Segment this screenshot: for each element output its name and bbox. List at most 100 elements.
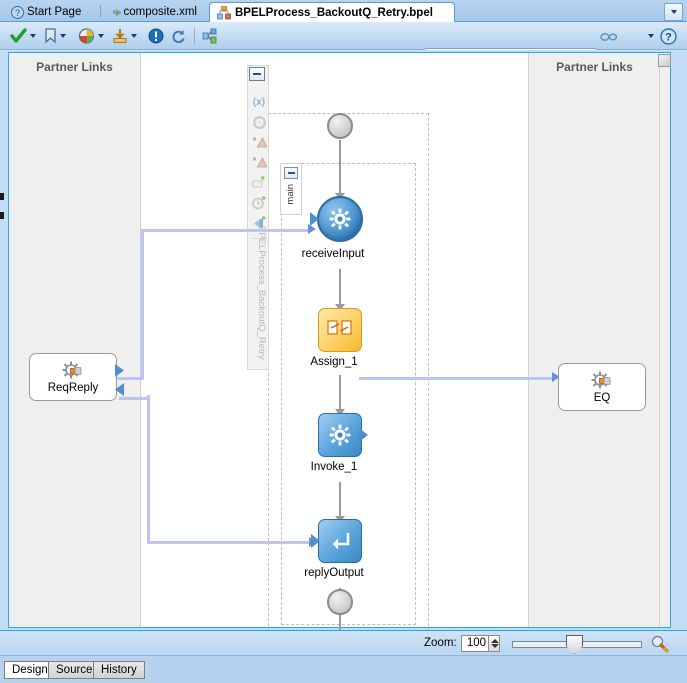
link-reply-to-reqreply-h [147, 541, 313, 544]
activity-label: Assign_1 [310, 356, 358, 368]
editor-tab-label: Start Page [27, 6, 82, 18]
partner-link-EQ[interactable]: EQ [558, 363, 646, 411]
main-scope-label: main [285, 184, 296, 205]
invoke-gear-icon [318, 413, 362, 457]
chevron-down-icon[interactable] [30, 34, 36, 38]
chevron-down-icon[interactable] [131, 34, 137, 38]
fault-handler-icon[interactable] [251, 134, 267, 150]
correlation-sets-icon[interactable] [251, 114, 267, 130]
zoom-fit-icon [651, 635, 669, 653]
activity-Assign_1[interactable]: Assign_1 [310, 308, 362, 368]
main-scope-collapse-button[interactable] [284, 167, 298, 179]
partner-links-panel-right: Partner Links [528, 53, 660, 627]
editor-tab-label: BPELProcess_BackoutQ_Retry.bpel [235, 6, 433, 19]
refresh-icon [172, 30, 185, 43]
spinner-up-icon[interactable] [491, 639, 499, 643]
canvas-vertical-scrollbar[interactable] [658, 53, 671, 627]
glasses-icon [600, 32, 617, 41]
composite-diagram-icon [113, 9, 121, 15]
link-invoke-to-eq-h [359, 377, 555, 380]
activity-start-terminator[interactable] [327, 113, 353, 139]
chevron-down-icon [670, 10, 677, 14]
link-arrow-head-receive [308, 224, 316, 234]
activity-label: receiveInput [301, 248, 365, 260]
collapsed-panel-handle[interactable] [0, 212, 4, 219]
rail-collapse-button[interactable] [249, 67, 265, 81]
zoom-slider-thumb[interactable] [566, 635, 583, 654]
process-rail: (x) BPELProcess_BackoutQ_Retry [247, 65, 269, 370]
event-handler-icon[interactable] [251, 174, 267, 190]
flow-arrow-receive-to-assign [339, 269, 341, 307]
partner-link-gear-icon [62, 361, 82, 378]
deploy-icon [113, 29, 127, 43]
partner-links-title-right: Partner Links [556, 60, 633, 74]
zoom-spinner[interactable] [489, 635, 500, 652]
partner-link-ReqReply[interactable]: ReqReply [29, 353, 124, 401]
view-tab-bar: Design Source History [0, 655, 687, 683]
end-circle-icon [327, 589, 353, 615]
variables-xy-icon[interactable]: (x) [251, 94, 267, 110]
activity-replyOutput[interactable]: replyOutput [304, 519, 364, 579]
editor-tab-bpel-process[interactable]: BPELProcess_BackoutQ_Retry.bpel [209, 2, 455, 22]
help-question-icon: ? [11, 5, 24, 19]
activity-Invoke_1[interactable]: Invoke_1 [311, 413, 368, 473]
generate-icon [202, 28, 217, 44]
canvas-frame: Partner Links Partner Links main (x) BPE… [8, 52, 671, 671]
partner-link-label: ReqReply [47, 381, 99, 394]
chevron-down-icon [648, 34, 654, 38]
reply-arrow-icon [318, 519, 362, 563]
context-selector[interactable] [600, 26, 617, 46]
bookmark-button[interactable] [44, 26, 66, 46]
editor-tab-label: composite.xml [123, 6, 198, 18]
chevron-down-icon[interactable] [60, 34, 66, 38]
chevron-down-icon[interactable] [98, 34, 104, 38]
bpel-design-canvas: Partner Links Partner Links main (x) BPE… [0, 50, 687, 671]
view-tab-history[interactable]: History [93, 661, 145, 679]
zoom-value-field[interactable]: 100 [461, 635, 489, 652]
generate-button[interactable] [202, 26, 219, 46]
info-button[interactable] [148, 26, 164, 46]
palette-icon [78, 28, 95, 44]
start-circle-icon [327, 113, 353, 139]
partner-links-panel-left: Partner Links [9, 53, 141, 627]
editor-tab-start-page[interactable]: ? Start Page [4, 2, 96, 22]
editor-tab-composite-xml[interactable]: composite.xml [106, 2, 204, 22]
main-scope-tag[interactable]: main [280, 163, 302, 215]
timeout-handler-icon[interactable] [251, 194, 267, 210]
activity-end-terminator[interactable] [327, 589, 353, 615]
zoom-fit-button[interactable] [651, 635, 669, 653]
link-reqreply-to-receive-v [141, 231, 144, 379]
link-reqreply-out-h [117, 377, 144, 380]
collapsed-panel-handle[interactable] [0, 193, 4, 200]
editor-tab-strip: ? Start Page composite.xml BPELProcess_B… [0, 0, 687, 22]
zoom-label: Zoom: [424, 637, 457, 649]
activity-receiveInput[interactable]: receiveInput [302, 196, 364, 260]
flow-arrow-start-to-receive [339, 140, 341, 195]
link-reply-in-h [119, 397, 149, 400]
bpel-designer-window: ? Start Page composite.xml BPELProcess_B… [0, 0, 687, 683]
partner-link-label: EQ [593, 391, 611, 404]
palette-button[interactable] [78, 26, 104, 46]
context-dropdown-button[interactable] [648, 26, 654, 46]
help-button[interactable]: ? [660, 26, 677, 46]
refresh-button[interactable] [170, 26, 187, 46]
bpel-process-icon [217, 5, 231, 19]
activity-label: replyOutput [304, 567, 364, 579]
receive-gear-icon [317, 196, 363, 242]
zoom-bar: Zoom: 100 [0, 630, 687, 655]
deploy-button[interactable] [112, 26, 137, 46]
flow-arrow-invoke-to-reply [339, 482, 341, 518]
partner-links-title-left: Partner Links [36, 60, 113, 74]
collapse-minus-icon [287, 172, 295, 174]
svg-text:?: ? [15, 8, 20, 18]
help-question-icon: ? [660, 27, 677, 45]
flow-arrow-assign-to-invoke [339, 375, 341, 411]
svg-text:?: ? [665, 31, 672, 43]
vertical-scrollbar-thumb[interactable] [658, 54, 671, 67]
catch-all-icon[interactable] [251, 154, 267, 170]
spinner-down-icon[interactable] [491, 644, 499, 648]
validate-icon [10, 28, 27, 43]
tab-overflow-button[interactable] [664, 3, 683, 21]
rail-process-label: BPELProcess_BackoutQ_Retry [256, 226, 267, 360]
validate-button[interactable] [10, 26, 36, 46]
